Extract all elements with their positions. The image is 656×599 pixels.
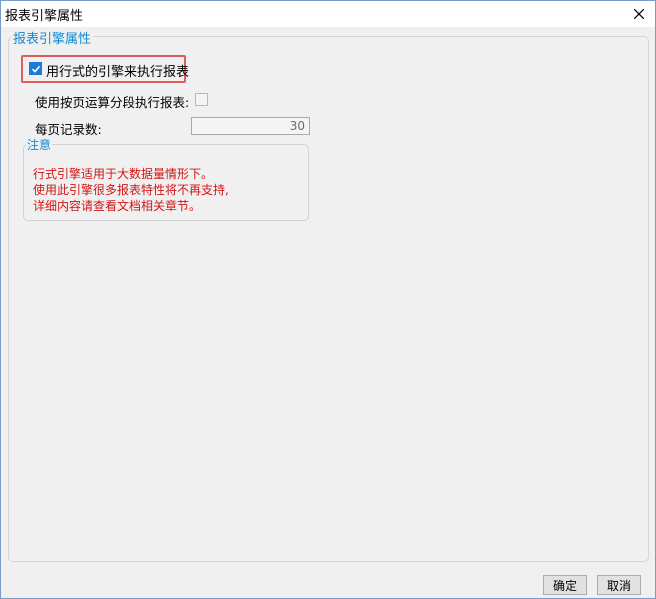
- row-engine-label[interactable]: 用行式的引擎来执行报表: [46, 61, 189, 80]
- close-button[interactable]: [623, 1, 655, 27]
- records-per-page-input[interactable]: 30: [191, 117, 310, 135]
- paged-exec-label: 使用按页运算分段执行报表:: [35, 95, 190, 110]
- row-engine-checkbox[interactable]: [29, 62, 42, 75]
- title-bar: 报表引擎属性: [1, 1, 655, 27]
- dialog-window: 报表引擎属性 报表引擎属性 用行式的引擎来执行报表 使用按页运算分段执行报表: …: [0, 0, 656, 599]
- engine-properties-group: [8, 36, 649, 562]
- note-line: 详细内容请查看文档相关章节。: [33, 199, 202, 213]
- close-icon: [634, 9, 644, 19]
- note-line: 行式引擎适用于大数据量情形下。: [33, 167, 214, 181]
- ok-button[interactable]: 确定: [543, 575, 587, 595]
- paged-exec-checkbox[interactable]: [195, 93, 208, 106]
- checkmark-icon: [31, 65, 41, 73]
- group-legend: 报表引擎属性: [11, 28, 94, 47]
- note-line: 使用此引擎很多报表特性将不再支持,: [33, 183, 229, 197]
- cancel-button[interactable]: 取消: [597, 575, 641, 595]
- window-title: 报表引擎属性: [5, 9, 84, 24]
- note-legend: 注意: [26, 136, 53, 153]
